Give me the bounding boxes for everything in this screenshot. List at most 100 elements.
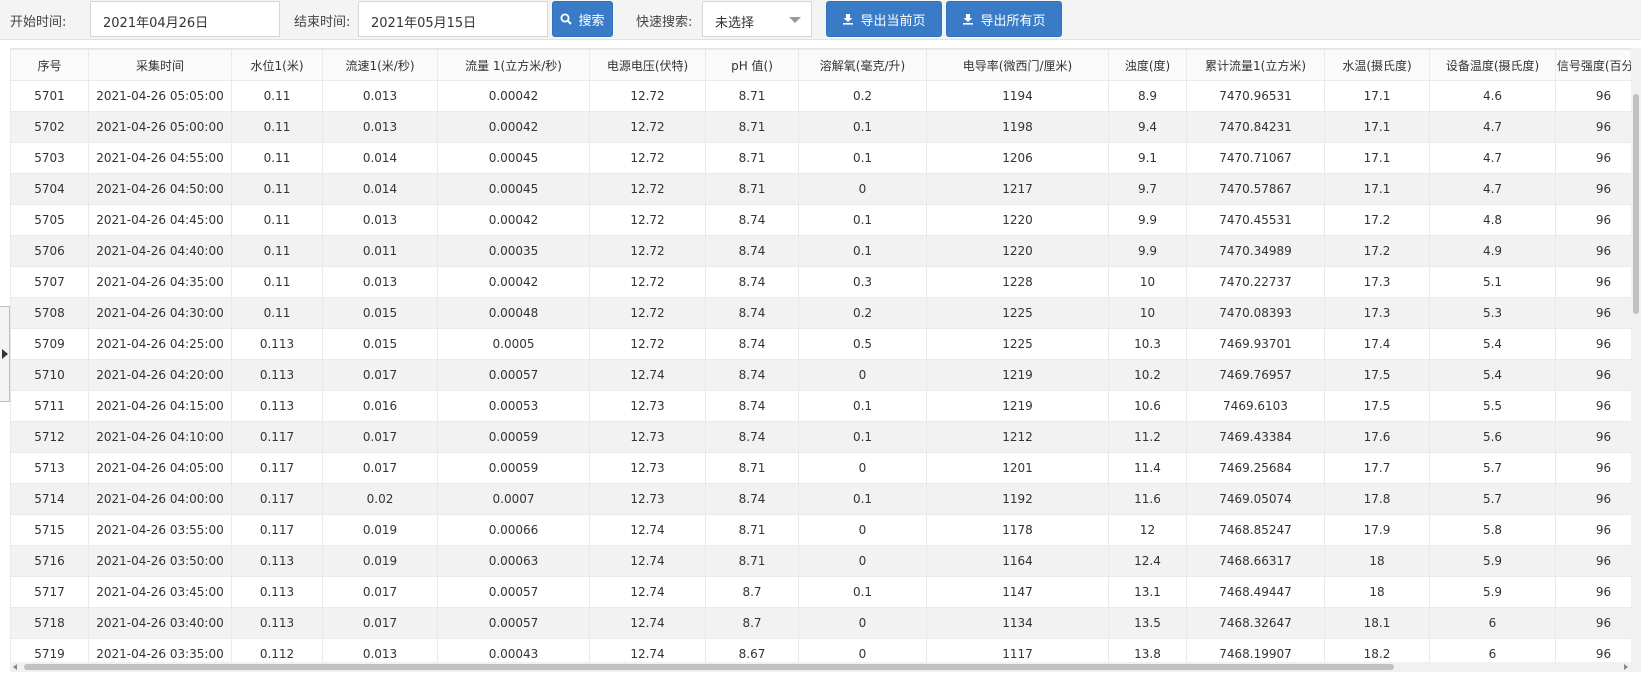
table-cell: 0.0007 — [437, 483, 590, 515]
table-row[interactable]: 5707 2021-04-26 04:35:00 0.11 0.013 0.00042 1… — [10, 266, 1641, 298]
sidebar-toggle-button[interactable] — [0, 306, 10, 402]
table-cell: 7470.71067 — [1186, 142, 1325, 174]
table-cell: 12.72 — [589, 80, 706, 112]
column-header[interactable]: pH 值() — [705, 49, 799, 81]
table-cell: 7468.32647 — [1186, 607, 1325, 639]
table-row[interactable]: 5705 2021-04-26 04:45:00 0.11 0.013 0.00042 1… — [10, 204, 1641, 236]
scroll-right-icon[interactable] — [1624, 664, 1628, 670]
export-all-pages-button[interactable]: 导出所有页 — [946, 1, 1062, 37]
start-time-label: 开始时间: — [10, 15, 67, 30]
table-cell: 5.8 — [1429, 514, 1556, 546]
table-cell: 96 — [1555, 204, 1641, 236]
table-cell: 96 — [1555, 576, 1641, 608]
horizontal-scrollbar[interactable] — [10, 662, 1631, 672]
search-button-label: 搜索 — [578, 13, 605, 29]
table-cell: 2021-04-26 04:20:00 — [88, 359, 232, 391]
table-row[interactable]: 5704 2021-04-26 04:50:00 0.11 0.014 0.00045 1… — [10, 173, 1641, 205]
table-cell: 0.1 — [798, 483, 927, 515]
table-cell: 9.9 — [1108, 204, 1187, 236]
table-cell: 1192 — [926, 483, 1109, 515]
table-cell: 7468.49447 — [1186, 576, 1325, 608]
table-cell: 1147 — [926, 576, 1109, 608]
table-cell: 96 — [1555, 328, 1641, 360]
table-cell: 7469.05074 — [1186, 483, 1325, 515]
quick-search-select[interactable]: 未选择 — [702, 1, 812, 37]
table-cell: 12.72 — [589, 328, 706, 360]
column-header[interactable]: 设备温度(摄氏度) — [1429, 49, 1556, 81]
table-row[interactable]: 5709 2021-04-26 04:25:00 0.113 0.015 0.0005 1… — [10, 328, 1641, 360]
table-cell: 0.00066 — [437, 514, 590, 546]
vertical-scrollbar-thumb[interactable] — [1633, 94, 1639, 314]
table-cell: 7470.57867 — [1186, 173, 1325, 205]
table-row[interactable]: 5713 2021-04-26 04:05:00 0.117 0.017 0.00059… — [10, 452, 1641, 484]
table-cell: 17.2 — [1324, 204, 1430, 236]
table-row[interactable]: 5710 2021-04-26 04:20:00 0.113 0.017 0.00057… — [10, 359, 1641, 391]
table-cell: 0.017 — [322, 421, 438, 453]
table-cell: 96 — [1555, 452, 1641, 484]
table-cell: 18.1 — [1324, 607, 1430, 639]
table-cell: 0.113 — [231, 576, 323, 608]
table-cell: 2021-04-26 04:50:00 — [88, 173, 232, 205]
end-time-input[interactable]: 2021年05月15日 — [358, 1, 548, 37]
table-row[interactable]: 5703 2021-04-26 04:55:00 0.11 0.014 0.00045 1… — [10, 142, 1641, 174]
table-row[interactable]: 5702 2021-04-26 05:00:00 0.11 0.013 0.00042 1… — [10, 111, 1641, 143]
table-row[interactable]: 5708 2021-04-26 04:30:00 0.11 0.015 0.00048 1… — [10, 297, 1641, 329]
table-cell: 8.7 — [705, 607, 799, 639]
column-header[interactable]: 信号强度(百分比) — [1555, 49, 1641, 81]
search-button[interactable]: 搜索 — [552, 1, 613, 37]
table-cell: 17.1 — [1324, 173, 1430, 205]
end-time-label: 结束时间: — [294, 15, 351, 30]
table-cell: 0.2 — [798, 80, 927, 112]
table-cell: 96 — [1555, 111, 1641, 143]
table-cell: 0.0005 — [437, 328, 590, 360]
column-header[interactable]: 序号 — [10, 49, 89, 81]
download-icon — [843, 14, 854, 25]
table-row[interactable]: 5717 2021-04-26 03:45:00 0.113 0.017 0.00057… — [10, 576, 1641, 608]
table-cell: 6 — [1429, 607, 1556, 639]
table-row[interactable]: 5715 2021-04-26 03:55:00 0.117 0.019 0.00066… — [10, 514, 1641, 546]
table-cell: 1201 — [926, 452, 1109, 484]
table-cell: 12.72 — [589, 173, 706, 205]
table-row[interactable]: 5716 2021-04-26 03:50:00 0.113 0.019 0.00063… — [10, 545, 1641, 577]
table-cell: 17.2 — [1324, 235, 1430, 267]
column-header[interactable]: 流量 1(立方米/秒) — [437, 49, 590, 81]
table-row[interactable]: 5711 2021-04-26 04:15:00 0.113 0.016 0.00053… — [10, 390, 1641, 422]
table-cell: 17.7 — [1324, 452, 1430, 484]
column-header[interactable]: 水温(摄氏度) — [1324, 49, 1430, 81]
table-cell: 8.71 — [705, 80, 799, 112]
table-cell: 0.11 — [231, 204, 323, 236]
table-row[interactable]: 5712 2021-04-26 04:10:00 0.117 0.017 0.00059… — [10, 421, 1641, 453]
table-row[interactable]: 5718 2021-04-26 03:40:00 0.113 0.017 0.00057… — [10, 607, 1641, 639]
table-cell: 7469.76957 — [1186, 359, 1325, 391]
table-cell: 1206 — [926, 142, 1109, 174]
column-header[interactable]: 流速1(米/秒) — [322, 49, 438, 81]
table-row[interactable]: 5706 2021-04-26 04:40:00 0.11 0.011 0.00035 1… — [10, 235, 1641, 267]
table-cell: 10.2 — [1108, 359, 1187, 391]
column-header[interactable]: 电源电压(伏特) — [589, 49, 706, 81]
table-cell: 0.00057 — [437, 359, 590, 391]
table-cell: 0.117 — [231, 421, 323, 453]
column-header[interactable]: 采集时间 — [88, 49, 232, 81]
table-cell: 12.73 — [589, 452, 706, 484]
vertical-scrollbar[interactable] — [1631, 48, 1641, 672]
table-cell: 5.4 — [1429, 359, 1556, 391]
column-header[interactable]: 水位1(米) — [231, 49, 323, 81]
column-header[interactable]: 电导率(微西门/厘米) — [926, 49, 1109, 81]
column-header[interactable]: 累计流量1(立方米) — [1186, 49, 1325, 81]
start-time-input[interactable]: 2021年04月26日 — [90, 1, 280, 37]
scroll-left-icon[interactable] — [13, 664, 17, 670]
table-cell: 0.02 — [322, 483, 438, 515]
column-header[interactable]: 溶解氧(毫克/升) — [798, 49, 927, 81]
table-cell: 96 — [1555, 173, 1641, 205]
table-cell: 17.8 — [1324, 483, 1430, 515]
table-cell: 8.74 — [705, 266, 799, 298]
table-cell: 5701 — [10, 80, 89, 112]
horizontal-scrollbar-thumb[interactable] — [24, 664, 1394, 670]
table-row[interactable]: 5714 2021-04-26 04:00:00 0.117 0.02 0.0007 12… — [10, 483, 1641, 515]
table-cell: 2021-04-26 04:40:00 — [88, 235, 232, 267]
table-cell: 7470.34989 — [1186, 235, 1325, 267]
table-cell: 5718 — [10, 607, 89, 639]
table-row[interactable]: 5701 2021-04-26 05:05:00 0.11 0.013 0.00042 1… — [10, 80, 1641, 112]
export-current-page-button[interactable]: 导出当前页 — [826, 1, 942, 37]
column-header[interactable]: 浊度(度) — [1108, 49, 1187, 81]
